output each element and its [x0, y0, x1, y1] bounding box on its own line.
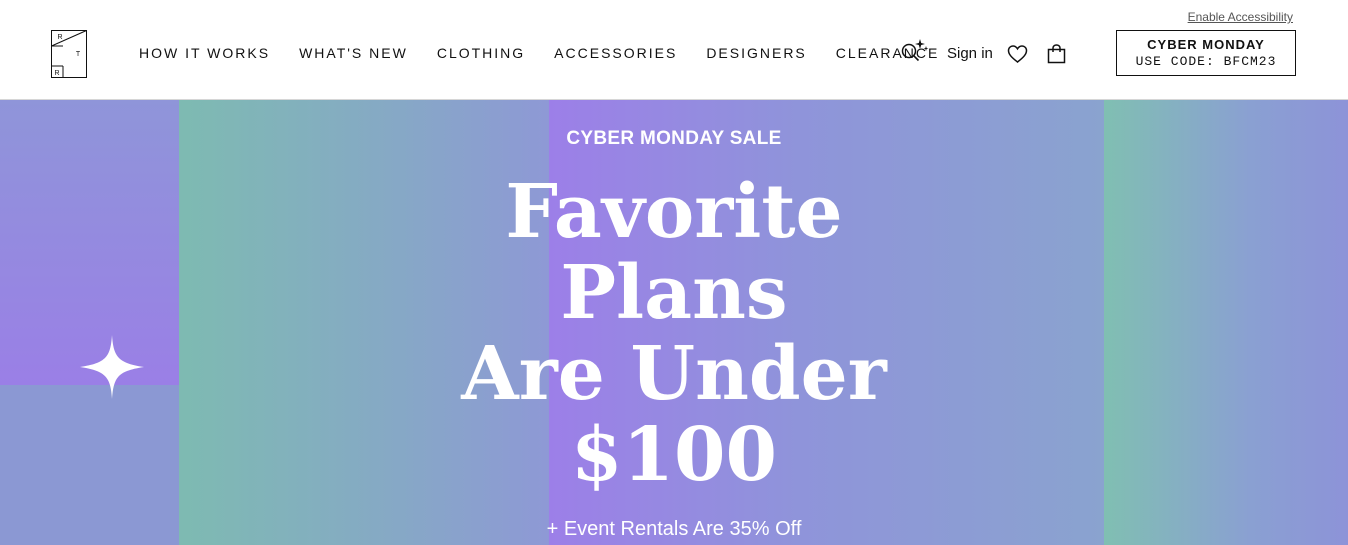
nav-accessories[interactable]: ACCESSORIES	[554, 45, 677, 61]
hero-eyebrow: CYBER MONDAY SALE	[566, 128, 782, 149]
cyber-monday-promo-box[interactable]: CYBER MONDAY USE CODE: BFCM23	[1116, 30, 1296, 76]
promo-title: CYBER MONDAY	[1147, 37, 1265, 52]
headline-line: Favorite	[505, 169, 843, 255]
logo-letter-r-top: R	[57, 34, 62, 41]
logo-letter-t: T	[76, 51, 81, 58]
hero-headline: Favorite Plans Are Under $100	[0, 172, 1348, 496]
headline-line: Are Under	[461, 331, 887, 417]
promo-code: USE CODE: BFCM23	[1135, 54, 1277, 69]
enable-accessibility-link[interactable]: Enable Accessibility	[1188, 10, 1293, 24]
site-header: Enable Accessibility R T R HOW IT WORKS …	[0, 0, 1348, 100]
headline-line: Plans	[560, 250, 788, 336]
search-sparkle-icon[interactable]	[900, 38, 930, 64]
heart-icon[interactable]	[1007, 44, 1028, 64]
sign-in-link[interactable]: Sign in	[947, 45, 993, 62]
hero-banner[interactable]: CYBER MONDAY SALE Favorite Plans Are Und…	[0, 100, 1348, 545]
nav-how-it-works[interactable]: HOW IT WORKS	[139, 45, 270, 61]
nav-whats-new[interactable]: WHAT'S NEW	[299, 45, 408, 61]
nav-designers[interactable]: DESIGNERS	[706, 45, 806, 61]
hero-subline: + Event Rentals Are 35% Off	[546, 518, 802, 540]
shopping-bag-icon[interactable]	[1047, 44, 1066, 64]
rtr-logo[interactable]: R T R	[51, 30, 87, 78]
nav-clothing[interactable]: CLOTHING	[437, 45, 525, 61]
main-nav: HOW IT WORKS WHAT'S NEW CLOTHING ACCESSO…	[139, 45, 968, 61]
headline-line: $100	[571, 412, 777, 498]
logo-letter-r-bottom: R	[54, 70, 59, 77]
